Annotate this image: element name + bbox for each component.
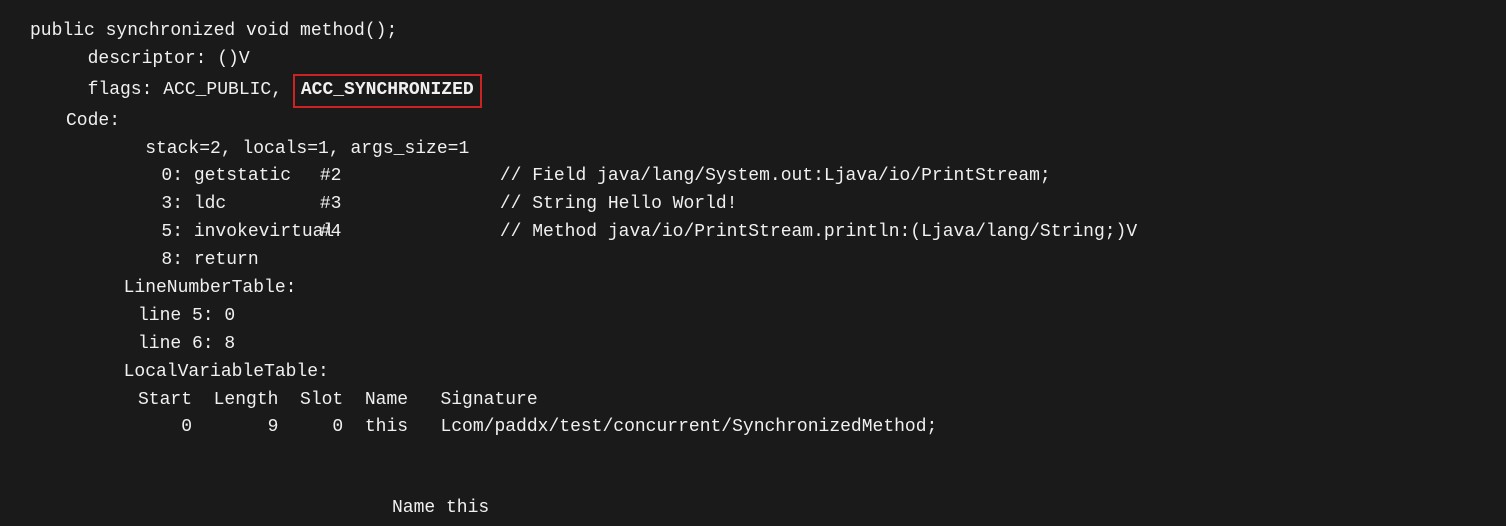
acc-synchronized-highlight: ACC_SYNCHRONIZED	[293, 74, 482, 108]
ln-entry-1: line 6: 8	[30, 331, 1476, 359]
lvt-label-text: LocalVariableTable:	[102, 359, 329, 387]
opcode-0-num: 0:	[138, 163, 183, 191]
opcode-8-name: return	[194, 247, 320, 275]
opcode-5-pad	[392, 219, 500, 247]
opcode-0-ref: #2	[320, 163, 392, 191]
lv-entry-text: 0 9 0 this Lcom/paddx/test/concurrent/Sy…	[138, 414, 937, 442]
opcode-3-comment: // String Hello World!	[500, 191, 738, 219]
stack-info-text: stack=2, locals=1, args_size=1	[102, 136, 469, 164]
bytecode-0: 0: getstatic #2 // Field java/lang/Syste…	[30, 163, 1476, 191]
ln-entry-1-text: line 6: 8	[138, 331, 235, 359]
lv-entry-row: 0 9 0 this Lcom/paddx/test/concurrent/Sy…	[30, 414, 1476, 442]
opcode-0-comment: // Field java/lang/System.out:Ljava/io/P…	[500, 163, 1051, 191]
opcode-0-pad	[392, 163, 500, 191]
line-descriptor: descriptor: ()V	[30, 46, 1476, 74]
opcode-5-name: invokevirtual	[194, 219, 320, 247]
opcode-5-space	[183, 219, 194, 247]
opcode-5-comment: // Method java/io/PrintStream.println:(L…	[500, 219, 1137, 247]
flags-prefix: flags: ACC_PUBLIC,	[66, 77, 293, 105]
opcode-0-name: getstatic	[194, 163, 320, 191]
opcode-3-ref: #3	[320, 191, 392, 219]
lnt-label-text: LineNumberTable:	[102, 275, 296, 303]
method-signature-text: public synchronized void method();	[30, 18, 397, 46]
ln-entry-0: line 5: 0	[30, 303, 1476, 331]
bytecode-5: 5: invokevirtual #4 // Method java/io/Pr…	[30, 219, 1476, 247]
local-variable-table-label: LocalVariableTable:	[30, 359, 1476, 387]
descriptor-text: descriptor: ()V	[66, 46, 250, 74]
opcode-3-pad	[392, 191, 500, 219]
opcode-8-space	[183, 247, 194, 275]
lv-header-row: Start Length Slot Name Signature	[30, 387, 1476, 415]
bottom-label: Name this	[392, 498, 489, 518]
bytecode-3: 3: ldc #3 // String Hello World!	[30, 191, 1476, 219]
line-stack-info: stack=2, locals=1, args_size=1	[30, 136, 1476, 164]
line-flags: flags: ACC_PUBLIC, ACC_SYNCHRONIZED	[30, 74, 1476, 108]
code-display: public synchronized void method(); descr…	[0, 0, 1506, 526]
ln-entry-0-text: line 5: 0	[138, 303, 235, 331]
opcode-5-num: 5:	[138, 219, 183, 247]
opcode-5-ref: #4	[320, 219, 392, 247]
opcode-8-num: 8:	[138, 247, 183, 275]
bottom-label-text: Name this	[392, 498, 489, 518]
opcode-3-num: 3:	[138, 191, 183, 219]
opcode-0-space	[183, 163, 194, 191]
opcode-3-name: ldc	[194, 191, 320, 219]
line-code-label: Code:	[30, 108, 1476, 136]
code-label-text: Code:	[66, 108, 120, 136]
lv-header-text: Start Length Slot Name Signature	[138, 387, 538, 415]
opcode-3-space	[183, 191, 194, 219]
line-method-signature: public synchronized void method();	[30, 18, 1476, 46]
bytecode-8: 8: return	[30, 247, 1476, 275]
line-number-table-label: LineNumberTable:	[30, 275, 1476, 303]
